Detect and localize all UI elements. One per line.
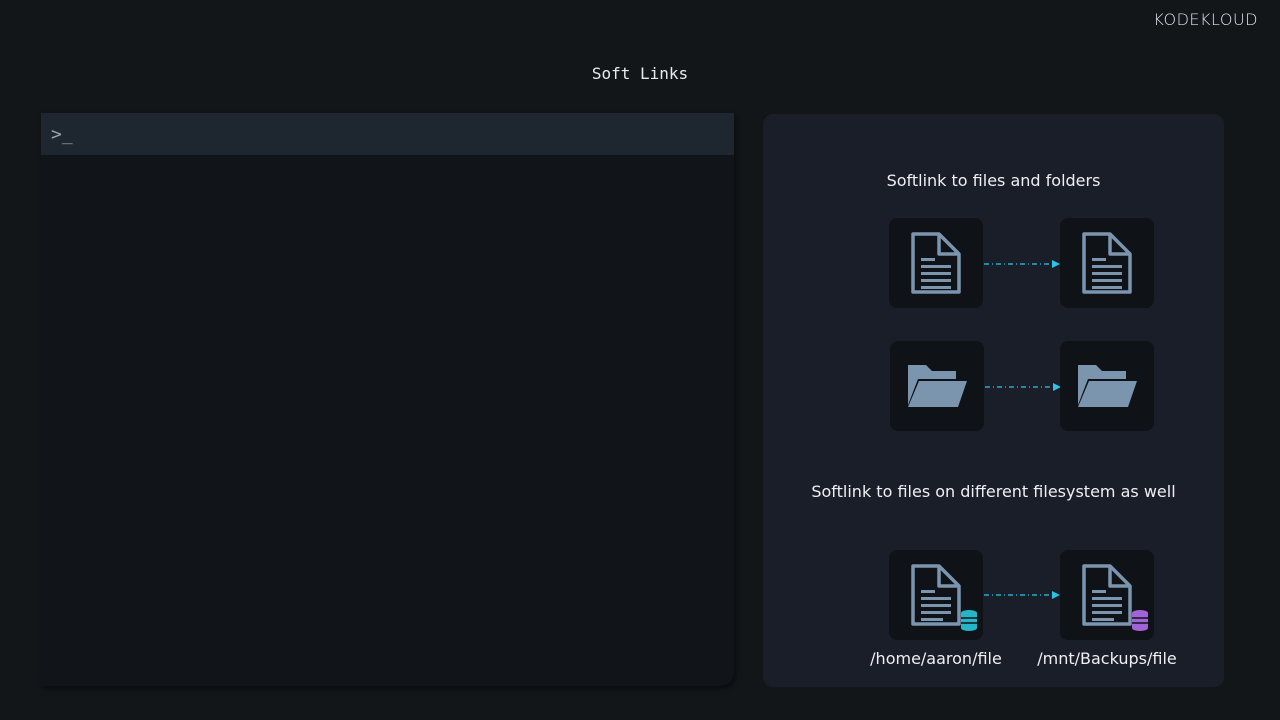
softlink-diagram-panel: Softlink to files and folders Softlink t… [763, 114, 1224, 687]
database-icon [1132, 610, 1148, 631]
target-fs-file-tile [1060, 550, 1154, 640]
folder-open-icon [1078, 365, 1137, 407]
terminal-prompt-icon: >_ [51, 123, 73, 145]
slide: KODEKLOUD Soft Links >_ Softlink to file… [0, 0, 1280, 720]
kodekloud-logo: KODEKLOUD [1153, 10, 1258, 29]
database-icon [961, 610, 977, 631]
heading-different-filesystem: Softlink to files on different filesyste… [811, 482, 1176, 501]
source-fs-file-tile [889, 550, 983, 640]
target-path-label: /mnt/Backups/file [1037, 649, 1177, 668]
file-icon [911, 232, 961, 294]
heading-files-and-folders: Softlink to files and folders [886, 171, 1101, 190]
terminal-window[interactable]: >_ [41, 113, 734, 686]
source-folder-tile [890, 341, 984, 431]
link-folder-tile [1060, 341, 1154, 431]
terminal-title-bar: >_ [41, 113, 734, 155]
softlink-arrow [984, 260, 1060, 268]
link-file-tile [1060, 218, 1154, 308]
source-file-tile [889, 218, 983, 308]
softlink-arrow [984, 591, 1060, 599]
page-title: Soft Links [591, 64, 689, 83]
file-icon [1082, 232, 1132, 294]
folder-open-icon [908, 365, 967, 407]
softlink-arrow [985, 383, 1061, 391]
file-icon [1082, 564, 1148, 631]
source-path-label: /home/aaron/file [870, 649, 1002, 668]
file-icon [911, 564, 977, 631]
